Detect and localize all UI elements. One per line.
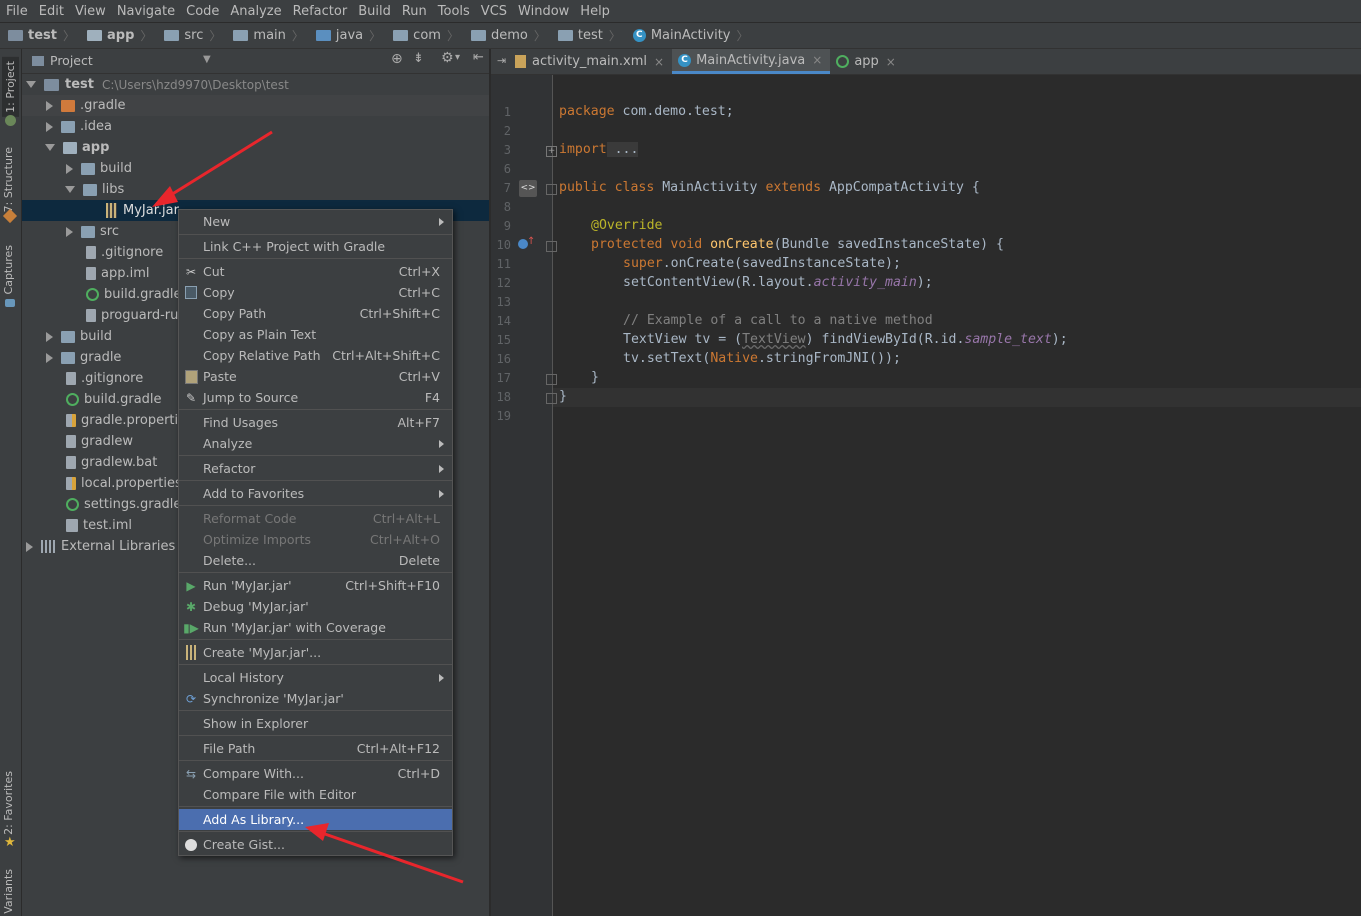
- annotation-arrow-to-add-library: [305, 823, 464, 884]
- annotation-arrows: [152, 130, 464, 884]
- annotation-arrow-to-jar: [152, 130, 273, 207]
